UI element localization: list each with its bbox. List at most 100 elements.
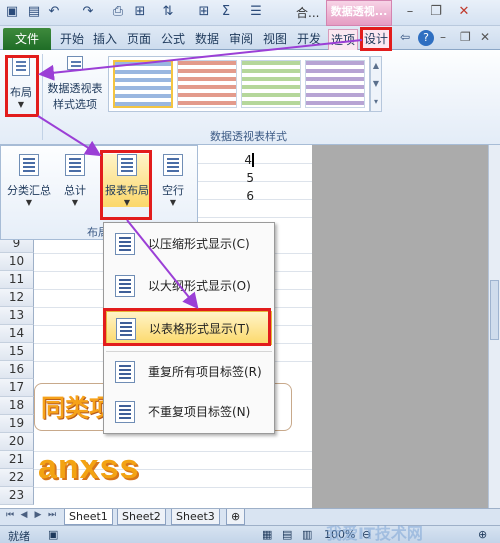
style-swatch[interactable] [241,60,301,108]
insert-sheet-icon[interactable]: ⊕ [226,509,246,525]
row-header[interactable]: 18 [0,397,34,415]
layout-icon [12,56,30,76]
layout-button[interactable]: 布局 ▼ [6,56,36,109]
pivot-style-options-button[interactable]: 数据透视表 样式选项 [46,56,104,112]
vertical-scrollbar[interactable] [488,145,500,517]
macro-record-icon[interactable]: ▣ [48,528,58,541]
next-sheet-icon[interactable]: ▶ [32,510,44,520]
sheet-tab-3[interactable]: Sheet3 [171,509,220,525]
last-sheet-icon[interactable]: ⏭ [46,510,58,520]
align-icon[interactable]: ☰ [248,3,264,21]
row-header[interactable]: 14 [0,325,34,343]
menu-item-label: 以压缩形式显示(C) [148,237,250,251]
menu-item-label: 以表格形式显示(T) [149,322,250,336]
gallery-more-icon[interactable]: ▾ [371,93,381,111]
tab-design[interactable]: 设计 [361,28,391,51]
menu-item-outline-form[interactable]: 以大纲形式显示(O) [106,269,272,303]
sheet-tab-1[interactable]: Sheet1 [64,509,113,525]
scrollbar-thumb[interactable] [490,280,499,340]
wb-minimize-icon[interactable]: – [440,30,446,44]
menu-item-no-repeat-labels[interactable]: 不重复项目标签(N) [106,395,272,429]
scroll-down-icon[interactable]: ▼ [371,75,381,93]
style-swatch[interactable] [177,60,237,108]
tab-view[interactable]: 视图 [260,29,290,50]
design-ribbon: 布局 ▼ 数据透视表 样式选项 ▲ ▼ ▾ 数据透视表样式 [0,50,500,145]
menu-item-tabular-form[interactable]: 以表格形式显示(T) [106,311,272,345]
style-swatch[interactable] [305,60,365,108]
autosum-icon[interactable]: Σ [218,3,234,21]
prev-sheet-icon[interactable]: ◀ [18,510,30,520]
row-header[interactable]: 19 [0,415,34,433]
word-art-anxss[interactable]: anxss [38,448,139,487]
ribbon-tabs: 文件 开始 插入 页面 公式 数据 审阅 视图 开发 选项 设计 ⇦ ? – ❐… [0,26,500,51]
close-icon[interactable]: ✕ [456,3,472,21]
menu-item-repeat-labels[interactable]: 重复所有项目标签(R) [106,355,272,389]
page-layout-view-icon[interactable]: ▤ [282,528,292,541]
sort-icon[interactable]: ⇅ [160,3,176,21]
restore-icon[interactable]: ❐ [428,3,444,21]
scroll-up-icon[interactable]: ▲ [371,57,381,75]
pivot-cell[interactable]: 4 [236,153,254,167]
pivot-cell[interactable]: 5 [236,171,254,185]
tab-data[interactable]: 数据 [192,29,222,50]
subtotals-icon [19,154,39,176]
tab-page[interactable]: 页面 [124,29,154,50]
row-header[interactable]: 17 [0,379,34,397]
pivottable-tools-context-title: 数据透视... [326,0,392,26]
row-header[interactable]: 20 [0,433,34,451]
menu-item-compact-form[interactable]: 以压缩形式显示(C) [106,227,272,261]
menu-separator [106,351,272,352]
blank-rows-button[interactable]: 空行 ▼ [155,154,191,207]
report-layout-icon [117,154,137,176]
minimize-icon[interactable]: – [402,3,418,21]
print-preview-icon[interactable]: ⎙ [110,3,126,21]
menu-item-label: 以大纲形式显示(O) [148,279,251,293]
row-header[interactable]: 11 [0,271,34,289]
report-layout-button[interactable]: 报表布局 ▼ [102,154,152,207]
site-watermark: 我爱IT技术网 [326,524,423,543]
wb-restore-icon[interactable]: ❐ [460,30,471,44]
help-icon[interactable]: ? [418,30,434,46]
sheet-tab-2[interactable]: Sheet2 [117,509,166,525]
row-header[interactable]: 21 [0,451,34,469]
tabular-form-icon [116,318,136,340]
ribbon-collapse-icon[interactable]: ⇦ [400,30,410,44]
row-header[interactable]: 13 [0,307,34,325]
normal-view-icon[interactable]: ▦ [262,528,272,541]
tab-review[interactable]: 审阅 [226,29,256,50]
redo-icon[interactable]: ↷ [80,3,96,21]
first-sheet-icon[interactable]: ⏮ [4,510,16,520]
blank-rows-icon [163,154,183,176]
tab-options[interactable]: 选项 [328,29,358,50]
grand-totals-icon [65,154,85,176]
borders-icon[interactable]: ⊞ [196,3,212,21]
pivot-options-label-1: 数据透视表 [47,82,103,95]
gallery-scroll[interactable]: ▲ ▼ ▾ [370,56,382,112]
row-header[interactable]: 16 [0,361,34,379]
chevron-down-icon: ▼ [123,198,131,207]
tab-developer[interactable]: 开发 [294,29,324,50]
pivot-cell[interactable]: 6 [236,189,254,203]
style-swatch[interactable] [113,60,173,108]
form-icon[interactable]: ⊞ [132,3,148,21]
tab-file[interactable]: 文件 [3,28,51,50]
window-title: 合... [296,6,320,20]
wb-close-icon[interactable]: ✕ [480,30,490,44]
row-header[interactable]: 10 [0,253,34,271]
save-icon[interactable]: ▤ [26,3,42,21]
grand-totals-label: 总计 [64,184,86,197]
zoom-in-icon[interactable]: ⊕ [478,528,487,541]
row-header[interactable]: 12 [0,289,34,307]
quick-access-toolbar: ▣ ▤ ↶ ↷ ⎙ ⊞ ⇅ ⊞ Σ ☰ 合... 数据透视... – ❐ ✕ [0,0,500,26]
tab-insert[interactable]: 插入 [90,29,120,50]
subtotals-button[interactable]: 分类汇总 ▼ [5,154,53,207]
row-header[interactable]: 22 [0,469,34,487]
grand-totals-button[interactable]: 总计 ▼ [57,154,93,207]
row-header[interactable]: 15 [0,343,34,361]
tab-formulas[interactable]: 公式 [158,29,188,50]
tab-home[interactable]: 开始 [58,29,86,50]
undo-icon[interactable]: ↶ [46,3,62,21]
page-break-view-icon[interactable]: ▥ [302,528,312,541]
repeat-labels-icon [115,361,135,383]
row-header[interactable]: 23 [0,487,34,505]
